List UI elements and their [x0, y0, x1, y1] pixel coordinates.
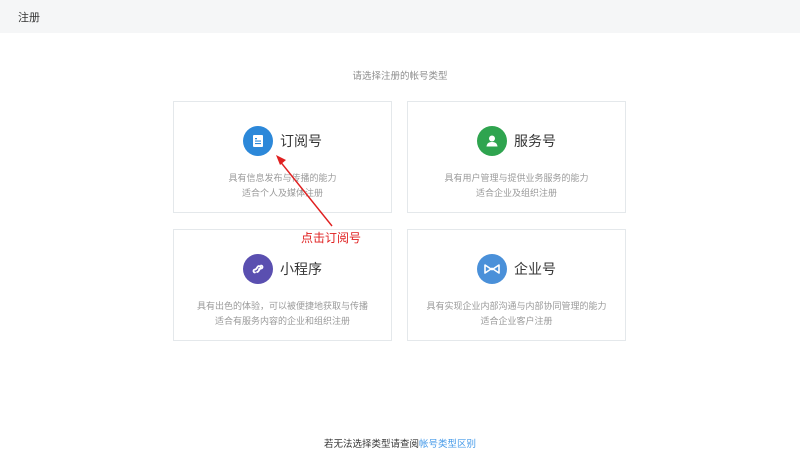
card-subscription-account[interactable]: 订阅号 具有信息发布与传播的能力 适合个人及媒体注册: [173, 101, 392, 213]
card-head: 服务号: [408, 126, 625, 156]
card-desc-line: 具有信息发布与传播的能力: [228, 174, 337, 184]
account-type-prompt: 请选择注册的帐号类型: [352, 71, 448, 82]
card-desc-line: 具有出色的体验，可以被便捷地获取与传播: [196, 302, 368, 312]
card-description: 具有用户管理与提供业务服务的能力 适合企业及组织注册: [408, 172, 625, 202]
card-desc-line: 具有实现企业内部沟通与内部协同管理的能力: [426, 302, 607, 312]
card-desc-line: 适合有服务内容的企业和组织注册: [214, 317, 350, 327]
card-service-account[interactable]: 服务号 具有用户管理与提供业务服务的能力 适合企业及组织注册: [407, 101, 626, 213]
card-description: 具有实现企业内部沟通与内部协同管理的能力 适合企业客户注册: [408, 300, 625, 330]
card-desc-line: 具有用户管理与提供业务服务的能力: [444, 174, 589, 184]
card-head: 订阅号: [174, 126, 391, 156]
card-desc-line: 适合企业及组织注册: [475, 189, 557, 199]
card-head: 小程序: [174, 254, 391, 284]
top-bar: 注册: [0, 0, 800, 33]
card-desc-line: 适合企业客户注册: [480, 317, 553, 327]
card-title: 服务号: [514, 134, 556, 150]
card-desc-line: 适合个人及媒体注册: [241, 189, 323, 199]
mini-program-link-icon: [243, 254, 273, 284]
card-enterprise-account[interactable]: 企业号 具有实现企业内部沟通与内部协同管理的能力 适合企业客户注册: [407, 229, 626, 341]
footer-note: 若无法选择类型请查阅帐号类型区别: [0, 436, 800, 450]
annotation-label: 点击订阅号: [301, 231, 362, 245]
footer-text: 若无法选择类型请查阅: [323, 439, 419, 450]
account-type-difference-link[interactable]: 帐号类型区别: [419, 439, 476, 450]
subscription-doc-icon: [243, 126, 273, 156]
card-head: 企业号: [408, 254, 625, 284]
page-title: 注册: [18, 11, 40, 24]
card-title: 订阅号: [280, 134, 322, 150]
card-description: 具有出色的体验，可以被便捷地获取与传播 适合有服务内容的企业和组织注册: [174, 300, 391, 330]
user-person-icon: [477, 126, 507, 156]
card-title: 小程序: [280, 262, 322, 278]
card-title: 企业号: [514, 262, 556, 278]
enterprise-bowtie-icon: [477, 254, 507, 284]
card-description: 具有信息发布与传播的能力 适合个人及媒体注册: [174, 172, 391, 202]
